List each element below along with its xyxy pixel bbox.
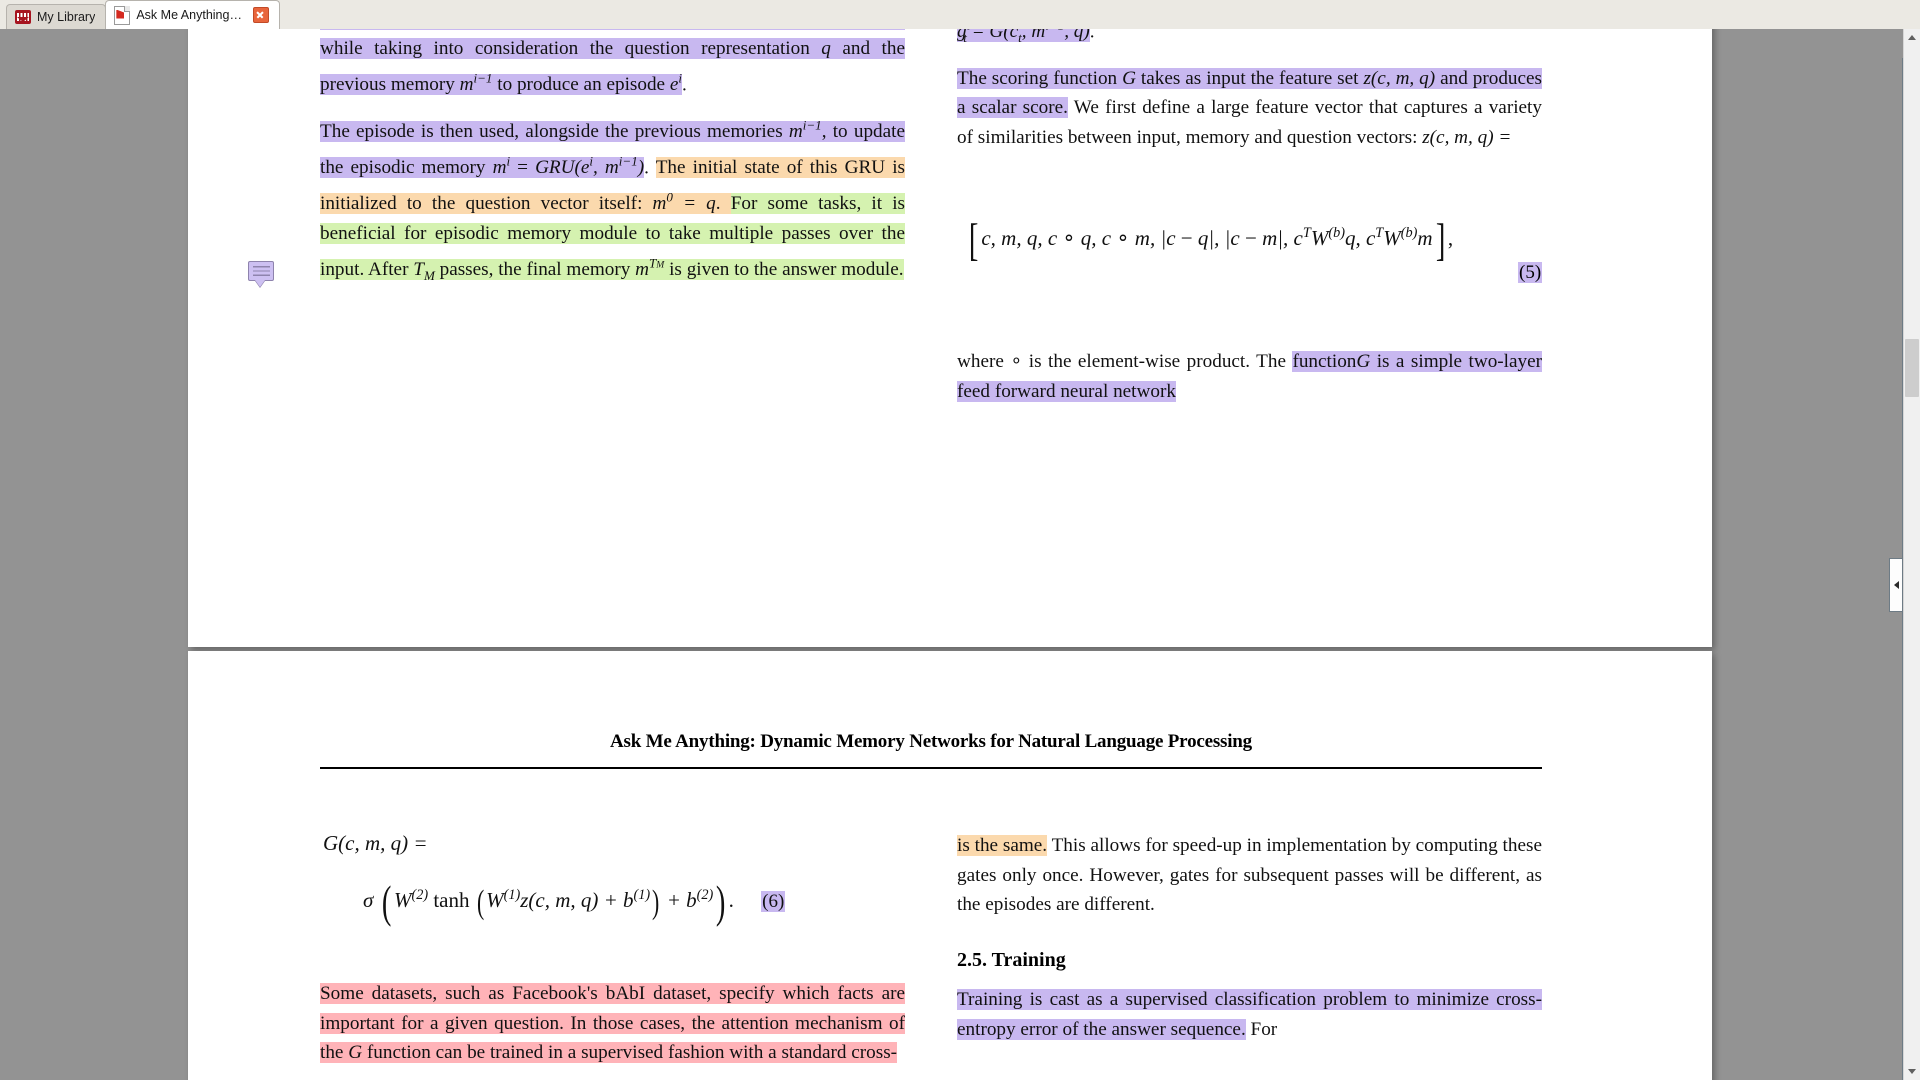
page2-right-column: is the same. This allows for speed-up in… — [957, 831, 1542, 1056]
math-G: G — [348, 1042, 363, 1064]
math-m0: m — [652, 193, 667, 215]
highlight-orange[interactable]: is the same. — [957, 835, 1048, 856]
tab-bar: My Library Ask Me Anything: Dyn... — [0, 0, 1920, 30]
scrollbar-thumb[interactable] — [1905, 339, 1919, 397]
paragraph: is the same. This allows for speed-up in… — [957, 835, 1542, 916]
pdf-file-icon — [114, 5, 131, 25]
math-circ: ∘ — [1010, 351, 1023, 372]
pdf-reader-viewport[interactable]: a recurrent network with which it update… — [0, 29, 1920, 1080]
math-q: q — [821, 38, 831, 60]
math-m: m — [492, 157, 507, 179]
math-mTM: m — [635, 258, 650, 280]
equation-6-line-2: σ (W(2) tanh (W(1)z(c, m, q) + b(1)) + b… — [363, 876, 786, 927]
math-gru: GRU(e — [535, 157, 590, 179]
equation-5-number-wrap: (5) — [1518, 262, 1543, 284]
math-G: G — [1122, 67, 1136, 89]
highlight-purple[interactable]: ing each iteration, the attention mechan… — [320, 29, 905, 96]
paragraph: The scoring function G takes as input th… — [957, 67, 1543, 148]
vertical-scrollbar[interactable] — [1903, 29, 1920, 1080]
math-T: T — [413, 258, 424, 280]
tab-document-label: Ask Me Anything: Dyn... — [136, 8, 246, 22]
math-m: m — [788, 121, 803, 143]
equation-6-line-1: G(c, m, q) = — [323, 831, 428, 855]
tab-my-library[interactable]: My Library — [6, 4, 107, 29]
page1-right-column: ous memory mi−1, and the question q to c… — [957, 29, 1543, 164]
section-heading-2-5-training: 2.5. Training — [957, 948, 1066, 971]
paragraph: The episode is then used, alongside the … — [320, 117, 906, 283]
running-head-rule — [320, 767, 1542, 769]
pdf-page-1: a recurrent network with which it update… — [188, 29, 1712, 647]
chevron-down-icon[interactable] — [1904, 1063, 1920, 1080]
tab-my-library-label: My Library — [37, 10, 96, 24]
close-icon[interactable] — [253, 7, 270, 23]
chevron-up-icon[interactable] — [1904, 29, 1920, 46]
paragraph: Training is cast as a supervised classif… — [957, 989, 1542, 1040]
equation-number[interactable]: (5) — [1518, 262, 1543, 283]
math-z: z(c, m, q) = — [1422, 126, 1512, 148]
sticky-note-icon[interactable] — [248, 261, 274, 287]
highlight-purple[interactable]: function — [1292, 351, 1357, 372]
paragraph: where ∘ is the element-wise product. The… — [957, 351, 1543, 402]
zotero-logo-icon — [15, 10, 31, 24]
highlight-pink[interactable]: Some datasets, such as Facebook's bAbI d… — [320, 983, 905, 1064]
page2-left-column: Some datasets, such as Facebook's bAbI d… — [320, 979, 905, 1079]
running-head: Ask Me Anything: Dynamic Memory Networks… — [610, 731, 1252, 752]
page1-left-column: a recurrent network with which it update… — [320, 29, 906, 301]
equation-number[interactable]: (6) — [761, 891, 786, 912]
math-z: z(c, m, q) — [1363, 67, 1436, 89]
paragraph: ous memory mi−1, and the question q to c… — [957, 29, 1542, 53]
math-c: c — [896, 29, 905, 30]
equation-5: [c, m, q, c ∘ q, c ∘ m, |c − q|, |c − m|… — [968, 214, 1454, 265]
page1-right-column-continued: where ∘ is the element-wise product. The… — [957, 347, 1543, 417]
tab-document[interactable]: Ask Me Anything: Dyn... — [105, 0, 281, 29]
math-m: m — [459, 74, 474, 96]
equation-5-body: c, m, q, c ∘ q, c ∘ m, |c − q|, |c − m|,… — [981, 225, 1433, 250]
sigma-symbol: σ — [363, 888, 374, 912]
highlight-purple[interactable]: ous memory mi−1, and the question q to c… — [957, 29, 1386, 45]
pdf-page-2: Ask Me Anything: Dynamic Memory Networks… — [188, 651, 1712, 1080]
paragraph: Some datasets, such as Facebook's bAbI d… — [320, 979, 905, 1068]
collapse-panel-arrow-icon[interactable] — [1889, 558, 1902, 612]
math-G: G — [1356, 351, 1371, 372]
paragraph: a recurrent network with which it update… — [320, 29, 905, 100]
